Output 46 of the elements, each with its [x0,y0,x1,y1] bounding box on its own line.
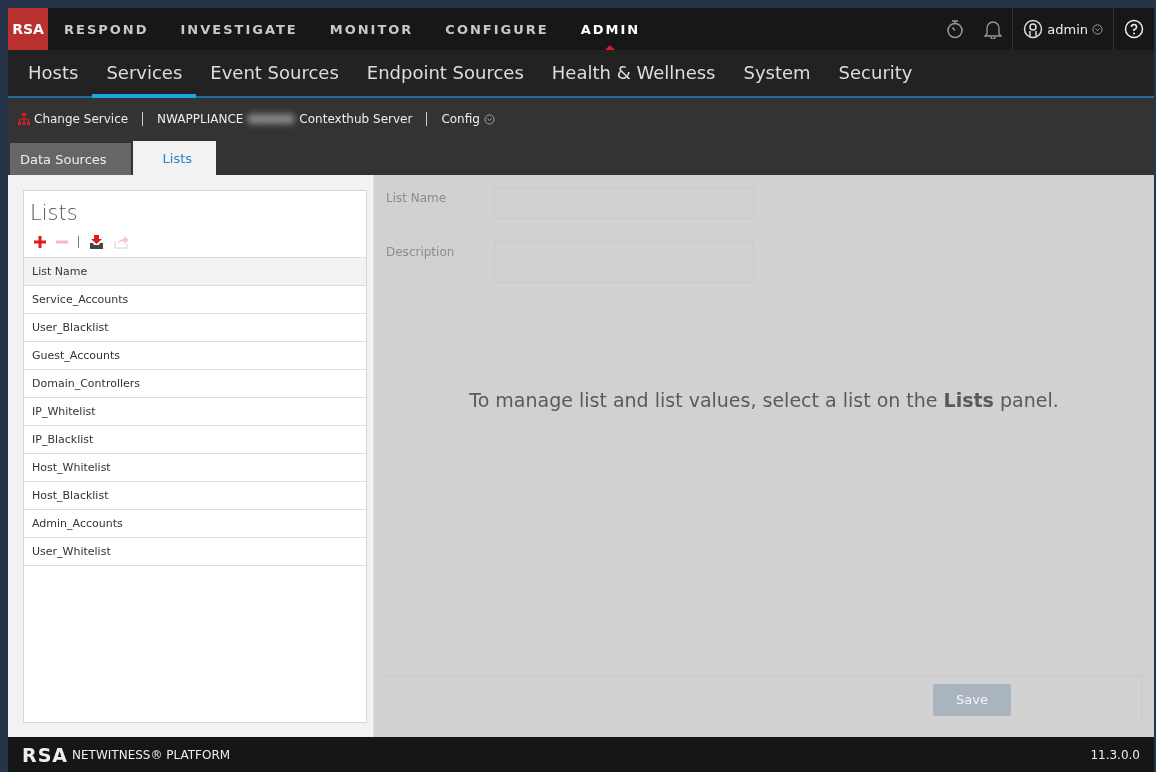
appliance-name: NWAPPLIANCE [157,112,244,126]
tab[interactable]: Lists [132,141,217,175]
tab[interactable]: Data Sources [10,143,131,175]
stopwatch-icon[interactable] [946,19,965,39]
user-icon [1023,19,1044,39]
main-nav-tab[interactable]: MONITOR [313,8,430,50]
panel-title: Lists [29,200,79,227]
field-label: Description [386,244,456,259]
product-name: NETWITNESS® PLATFORM [72,747,231,762]
nav-tab[interactable]: Event Sources [196,50,353,98]
empty-message: To manage list and list values, select a list on the Lists panel. [468,389,1060,413]
nav-tab[interactable]: System [729,50,825,98]
brand-logo: RSA [22,743,69,766]
nav-tab[interactable]: Health & Wellness [537,50,730,98]
chevron-down-icon [1092,23,1103,35]
config-menu[interactable]: Config [441,112,495,126]
logo: RSA [8,8,48,50]
chevron-down-icon [483,113,495,125]
nav-tab[interactable]: Security [824,50,927,98]
list-row[interactable]: Service_Accounts [24,286,366,314]
list-row[interactable]: Domain_Controllers [24,370,366,398]
list-row[interactable]: Host_Whitelist [24,454,366,482]
list-row[interactable]: Admin_Accounts [24,510,366,538]
field-label: List Name [386,190,448,205]
main-nav-tab[interactable]: CONFIGURE [429,8,565,50]
list-row[interactable]: User_Whitelist [24,538,366,566]
nav-tab[interactable]: Hosts [14,50,93,98]
list-row[interactable]: User_Blacklist [24,314,366,342]
column-header[interactable]: List Name [24,257,366,286]
help-icon[interactable] [1124,19,1144,39]
hierarchy-icon [18,113,30,125]
list-row[interactable]: Host_Blacklist [24,482,366,510]
version-label: 11.3.0.0 [1090,747,1140,762]
list-row[interactable]: IP_Whitelist [24,398,366,426]
redacted-text [247,114,296,124]
bell-icon[interactable] [984,19,1003,39]
list-row[interactable]: IP_Blacklist [24,426,366,454]
nav-tab[interactable]: Endpoint Sources [352,50,538,98]
user-name: admin [1047,21,1088,37]
main-nav-tab[interactable]: INVESTIGATE [164,8,314,50]
service-name: Contexthub Server [299,112,413,126]
main-nav-tab[interactable]: RESPOND [48,8,165,50]
import-tray-icon[interactable] [89,235,104,249]
change-service-link[interactable]: Change Service [18,112,129,126]
list-row[interactable]: Guest_Accounts [24,342,366,370]
add-icon[interactable] [34,236,46,248]
